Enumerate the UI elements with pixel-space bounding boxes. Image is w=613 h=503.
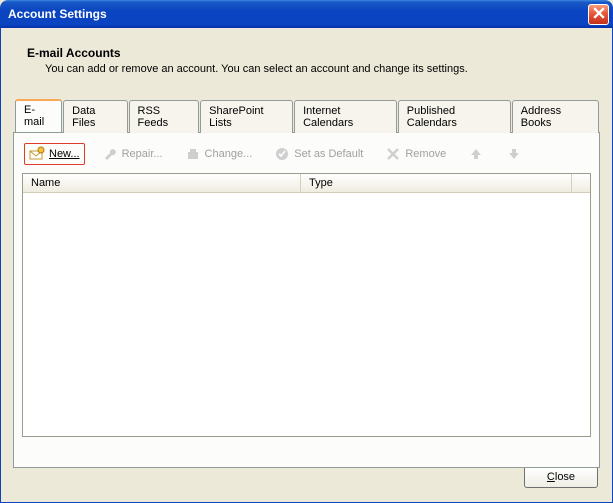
toolbar-label: New...	[49, 148, 80, 160]
toolbar-label: Change...	[205, 148, 253, 160]
tab-label: E-mail	[24, 104, 44, 128]
page-title: E-mail Accounts	[27, 46, 600, 60]
heading-block: E-mail Accounts You can add or remove an…	[27, 46, 600, 75]
new-mail-icon	[29, 146, 45, 162]
tab-label: Internet Calendars	[303, 105, 353, 129]
toolbar-label: Repair...	[122, 148, 163, 160]
window-title: Account Settings	[8, 7, 107, 21]
move-up-button	[463, 143, 489, 165]
column-header-name[interactable]: Name	[23, 174, 301, 192]
column-header-type[interactable]: Type	[301, 174, 572, 192]
column-header-spacer	[572, 174, 590, 192]
change-button: Change...	[180, 143, 258, 165]
move-down-button	[501, 143, 527, 165]
column-header-row: Name Type	[23, 174, 590, 193]
window-close-button[interactable]	[588, 4, 609, 25]
tab-label: Data Files	[72, 105, 95, 129]
column-label: Type	[309, 177, 333, 189]
change-icon	[185, 146, 201, 162]
dialog-client: E-mail Accounts You can add or remove an…	[0, 28, 613, 503]
toolbar-label: Set as Default	[294, 148, 363, 160]
titlebar: Account Settings	[0, 0, 613, 28]
set-default-button: Set as Default	[269, 143, 368, 165]
tab-sharepoint-lists[interactable]: SharePoint Lists	[200, 100, 293, 133]
tab-published-calendars[interactable]: Published Calendars	[398, 100, 511, 133]
close-button[interactable]: Close	[524, 466, 598, 488]
dialog-footer: Close	[524, 466, 598, 488]
tab-label: Published Calendars	[407, 105, 457, 129]
arrow-down-icon	[506, 146, 522, 162]
arrow-up-icon	[468, 146, 484, 162]
check-circle-icon	[274, 146, 290, 162]
close-icon	[593, 7, 605, 22]
tab-data-files[interactable]: Data Files	[63, 100, 127, 133]
tab-label: Address Books	[521, 105, 561, 129]
tab-internet-calendars[interactable]: Internet Calendars	[294, 100, 397, 133]
column-label: Name	[31, 177, 60, 189]
tab-strip: E-mail Data Files RSS Feeds SharePoint L…	[13, 99, 600, 132]
button-label: Close	[547, 471, 575, 483]
repair-button: Repair...	[97, 143, 168, 165]
toolbar: New... Repair... Change... Set as Defaul…	[22, 143, 591, 173]
remove-button: Remove	[380, 143, 451, 165]
new-button[interactable]: New...	[24, 143, 85, 165]
repair-icon	[102, 146, 118, 162]
tab-rss-feeds[interactable]: RSS Feeds	[129, 100, 200, 133]
tab-address-books[interactable]: Address Books	[512, 100, 599, 133]
account-list[interactable]: Name Type	[22, 173, 591, 437]
page-description: You can add or remove an account. You ca…	[45, 63, 600, 75]
remove-icon	[385, 146, 401, 162]
toolbar-label: Remove	[405, 148, 446, 160]
tab-label: SharePoint Lists	[209, 105, 263, 129]
tab-panel: New... Repair... Change... Set as Defaul…	[13, 132, 600, 468]
tab-label: RSS Feeds	[138, 105, 169, 129]
tab-email[interactable]: E-mail	[15, 99, 62, 132]
